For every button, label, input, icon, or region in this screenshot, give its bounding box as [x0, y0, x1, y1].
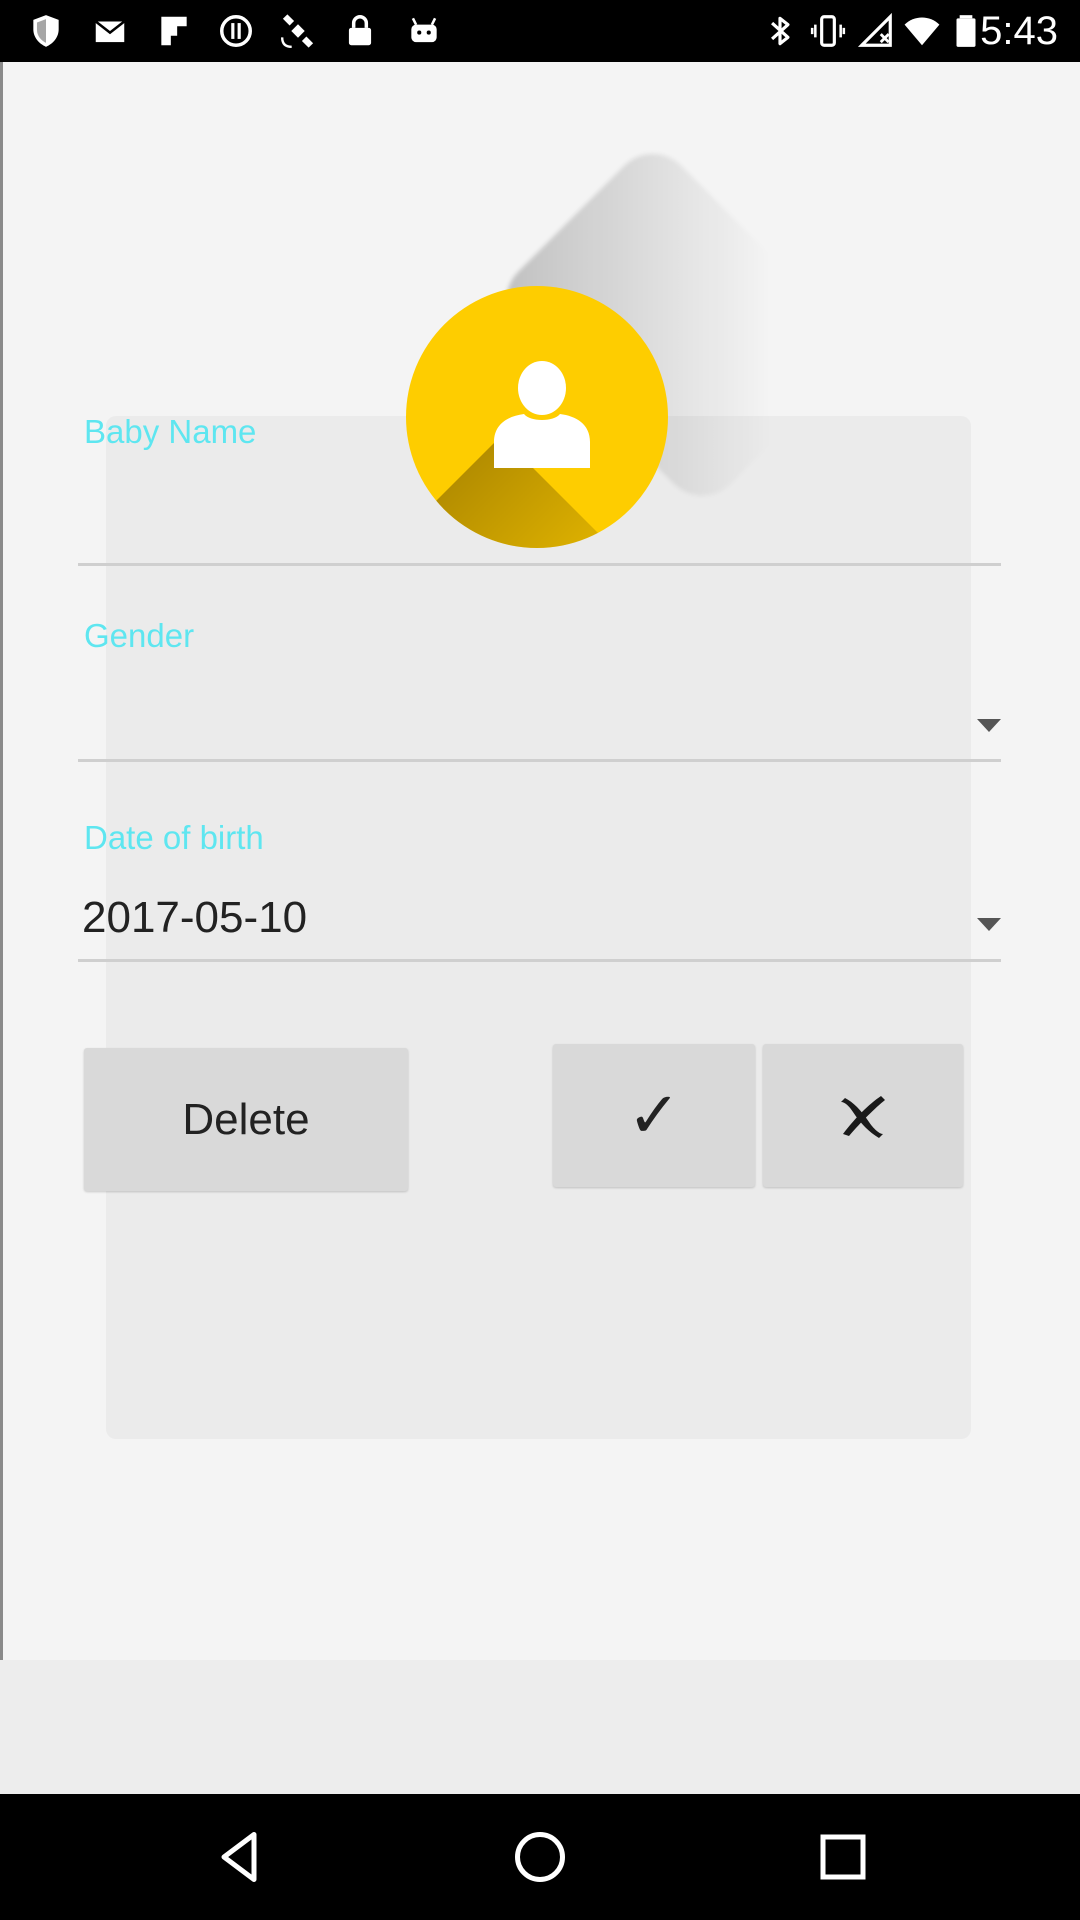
gender-label: Gender: [84, 617, 195, 654]
circle-icon: [214, 9, 258, 53]
vibrate-icon: [806, 9, 850, 53]
recents-icon[interactable]: [808, 1822, 878, 1892]
gender-underline: [78, 759, 1001, 762]
date-of-birth-select[interactable]: 2017-05-10: [82, 893, 307, 943]
person-icon: [494, 361, 590, 468]
satellite-icon: [276, 9, 320, 53]
no-signal-icon: [854, 9, 898, 53]
android-icon: [402, 9, 446, 53]
home-icon[interactable]: [505, 1822, 575, 1892]
baby-name-underline: [78, 563, 1001, 566]
bottom-area: [0, 1660, 1080, 1794]
flipboard-icon: [152, 9, 196, 53]
bluetooth-icon: [758, 9, 802, 53]
status-time: 5:43: [980, 9, 1058, 53]
delete-button[interactable]: Delete: [84, 1048, 408, 1191]
gender-dropdown-icon[interactable]: [977, 719, 1001, 732]
date-of-birth-underline: [78, 959, 1001, 962]
shield-icon: [24, 9, 68, 53]
date-of-birth-label: Date of birth: [84, 819, 264, 856]
status-bar: 5:43: [0, 0, 1080, 62]
navigation-bar: [0, 1794, 1080, 1920]
close-icon: [841, 1095, 885, 1138]
mail-icon: [88, 9, 132, 53]
checkmark-icon: ✓: [627, 1079, 681, 1151]
lock-icon: [338, 9, 382, 53]
gender-select[interactable]: [82, 690, 962, 740]
date-dropdown-icon[interactable]: [977, 918, 1001, 931]
confirm-button[interactable]: ✓: [553, 1044, 755, 1187]
avatar[interactable]: [406, 286, 668, 548]
cancel-button[interactable]: [763, 1044, 963, 1187]
wifi-icon: [900, 9, 944, 53]
baby-name-label: Baby Name: [84, 413, 257, 450]
back-icon[interactable]: [204, 1822, 274, 1892]
